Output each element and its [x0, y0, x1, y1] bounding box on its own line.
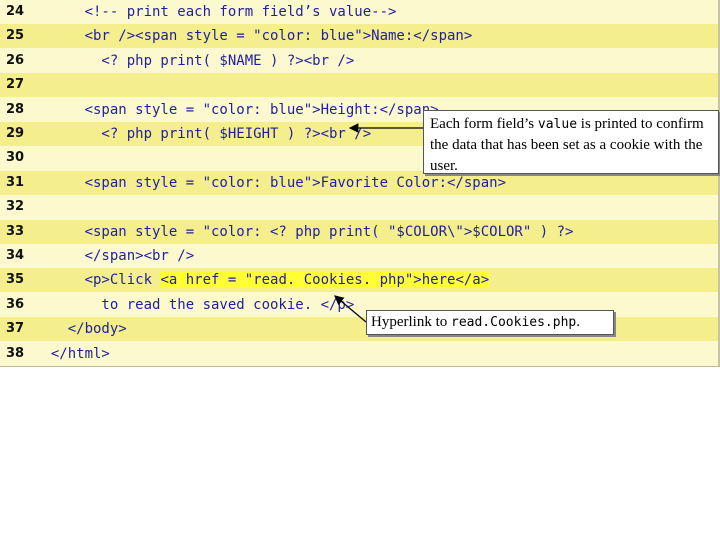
code-text: <? php print( $NAME ) ?><br /> — [34, 49, 354, 73]
code-text-content: <span style = "color: <? php print( "$CO… — [34, 223, 574, 240]
code-text-content: </span><br /> — [34, 248, 195, 264]
line-number: 27 — [6, 77, 25, 93]
callout-link-code: read.Cookies.php — [451, 315, 577, 330]
code-text-content: <p>Click — [34, 272, 161, 289]
code-line: 33 <span style = "color: <? php print( "… — [0, 219, 718, 244]
code-text-content: to read the saved cookie. </p> — [34, 296, 355, 313]
line-number: 29 — [6, 126, 25, 141]
code-line: 24 <!-- print each form field’s value--> — [0, 0, 718, 24]
code-text-content: <span style = "color: blue">Height:</spa… — [34, 101, 439, 118]
line-number: 37 — [6, 321, 25, 337]
code-text-content: <!-- print each form field’s value--> — [34, 4, 397, 20]
code-text: <span style = "color: <? php print( "$CO… — [34, 220, 574, 244]
line-number: 35 — [6, 272, 25, 288]
code-line: 35 <p>Click <a href = "read. Cookies. ph… — [0, 268, 718, 293]
code-text-content: <? php print( $HEIGHT ) ?><br /> — [34, 126, 372, 142]
code-line: 31 <span style = "color: blue">Favorite … — [0, 170, 718, 195]
code-text: to read the saved cookie. </p> — [34, 293, 354, 317]
code-text: <p>Click <a href = "read. Cookies. php">… — [34, 268, 490, 292]
code-text: </span><br /> — [34, 244, 195, 268]
code-line: 27 — [0, 73, 718, 98]
code-text-content: <? php print( $NAME ) ?><br /> — [34, 52, 355, 69]
code-text-content: <span style = "color: blue">Favorite Col… — [34, 174, 507, 191]
code-text-content: <br /><span style = "color: blue">Name:<… — [34, 28, 473, 45]
callout-value-code: value — [537, 117, 578, 132]
callout-hyperlink: Hyperlink to read.Cookies.php. — [366, 310, 614, 335]
line-number: 30 — [6, 150, 25, 166]
code-text: </body> — [34, 317, 127, 341]
code-text: <span style = "color: blue">Height:</spa… — [34, 98, 439, 122]
code-text: <br /><span style = "color: blue">Name:<… — [34, 24, 473, 48]
line-number: 25 — [6, 28, 25, 44]
code-text: <!-- print each form field’s value--> — [34, 0, 397, 24]
code-text-content: </body> — [34, 321, 127, 338]
code-line: 25 <br /><span style = "color: blue">Nam… — [0, 24, 718, 49]
code-text: <? php print( $HEIGHT ) ?><br /> — [34, 122, 371, 146]
line-number: 28 — [6, 101, 25, 117]
highlighted-hyperlink-code: <a href = "read. Cookies. php">here</a> — [160, 272, 490, 289]
line-number: 31 — [6, 174, 25, 190]
line-number: 36 — [6, 296, 25, 312]
callout-link-text: Hyperlink to — [371, 314, 451, 330]
callout-link-end: . — [576, 314, 580, 330]
callout-field-value: Each form field’s value is printed to co… — [423, 110, 719, 174]
code-line: 38 </html> — [0, 342, 718, 366]
code-text-content: </html> — [34, 345, 110, 362]
code-line: 34 </span><br /> — [0, 244, 718, 268]
code-text: </html> — [34, 342, 110, 366]
callout-value-text-1: Each form field’s — [430, 116, 538, 132]
code-line: 26 <? php print( $NAME ) ?><br /> — [0, 49, 718, 73]
line-number: 32 — [6, 199, 25, 215]
code-line: 32 — [0, 195, 718, 219]
line-number: 34 — [6, 248, 25, 263]
line-number: 38 — [6, 345, 25, 361]
line-number: 33 — [6, 223, 25, 239]
line-number: 24 — [6, 4, 25, 19]
line-number: 26 — [6, 52, 25, 68]
